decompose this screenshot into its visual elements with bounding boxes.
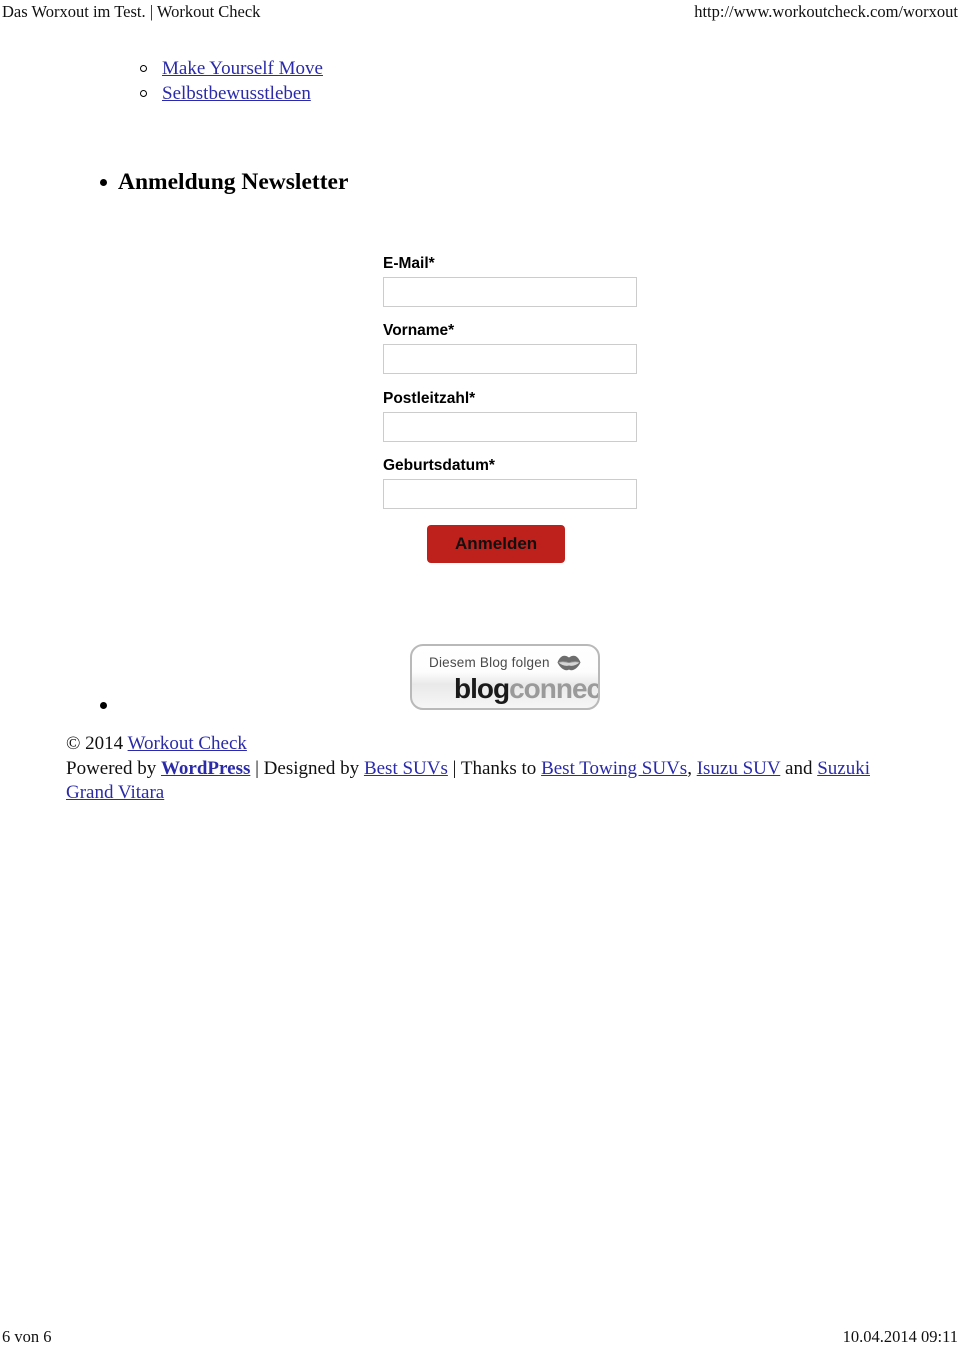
copyright-line: © 2014 Workout Check <box>66 732 898 757</box>
email-label: E-Mail* <box>383 255 435 272</box>
field-block-vorname: Vorname* <box>383 321 653 374</box>
geburtsdatum-label: Geburtsdatum* <box>383 457 495 474</box>
footer-link-wordpress[interactable]: WordPress <box>161 758 250 779</box>
geburtsdatum-field[interactable] <box>383 479 637 509</box>
powered-by-text: Powered by <box>66 757 161 779</box>
badge-list-item: Diesem Blog folgen blogconnect <box>100 642 860 716</box>
circle-bullet-icon <box>140 65 147 72</box>
print-header: Das Worxout im Test. | Workout Check htt… <box>0 0 960 26</box>
field-block-email: E-Mail* <box>383 254 653 307</box>
vorname-field[interactable] <box>383 344 637 374</box>
designed-by-text: | Designed by <box>250 757 364 779</box>
postleitzahl-field[interactable] <box>383 412 637 442</box>
field-block-geburtsdatum: Geburtsdatum* <box>383 456 653 509</box>
thanks-to-text: | Thanks to <box>447 757 542 779</box>
circle-bullet-icon <box>140 90 147 97</box>
document-title: Das Worxout im Test. | Workout Check <box>2 2 261 21</box>
anmelden-button[interactable]: Anmelden <box>427 525 566 563</box>
credits-line: Powered by WordPress | Designed by Best … <box>66 757 898 806</box>
nav-link-make-yourself-move[interactable]: Make Yourself Move <box>162 56 323 81</box>
footer-link-workout-check[interactable]: Workout Check <box>128 733 247 754</box>
badge-brand-primary: blog <box>454 673 510 704</box>
footer-link-isuzu-suv[interactable]: Isuzu SUV <box>697 758 781 779</box>
footer-link-best-suvs[interactable]: Best SUVs <box>364 758 448 779</box>
email-field[interactable] <box>383 277 637 307</box>
copyright-text: © 2014 <box>66 733 128 754</box>
print-footer: 6 von 6 10.04.2014 09:11 <box>0 1326 960 1348</box>
print-timestamp: 10.04.2014 09:11 <box>842 1327 958 1346</box>
submit-wrapper: Anmelden <box>427 525 653 563</box>
newsletter-heading: Anmeldung Newsletter <box>118 169 349 195</box>
vorname-label: Vorname* <box>383 322 455 339</box>
disc-bullet-icon <box>100 702 107 709</box>
badge-tagline: Diesem Blog folgen <box>429 655 550 670</box>
field-block-postleitzahl: Postleitzahl* <box>383 389 653 442</box>
badge-brand-secondary: connect <box>509 673 600 704</box>
disc-bullet-icon <box>100 179 107 186</box>
nav-link-selbstbewusstleben[interactable]: Selbstbewusstleben <box>162 81 311 106</box>
footer-credits: © 2014 Workout Check Powered by WordPres… <box>66 732 898 806</box>
lips-icon <box>556 653 582 672</box>
source-url: http://www.workoutcheck.com/worxout <box>694 2 958 21</box>
and-text: and <box>780 757 818 779</box>
footer-link-best-towing-suvs[interactable]: Best Towing SUVs <box>541 758 687 779</box>
blogconnect-badge[interactable]: Diesem Blog folgen blogconnect <box>410 644 600 710</box>
newsletter-form: E-Mail* Vorname* Postleitzahl* Geburtsda… <box>383 254 653 563</box>
badge-brand: blogconnect <box>454 672 600 706</box>
comma-separator: , <box>687 757 697 779</box>
page-indicator: 6 von 6 <box>2 1327 52 1346</box>
postleitzahl-label: Postleitzahl* <box>383 390 476 407</box>
